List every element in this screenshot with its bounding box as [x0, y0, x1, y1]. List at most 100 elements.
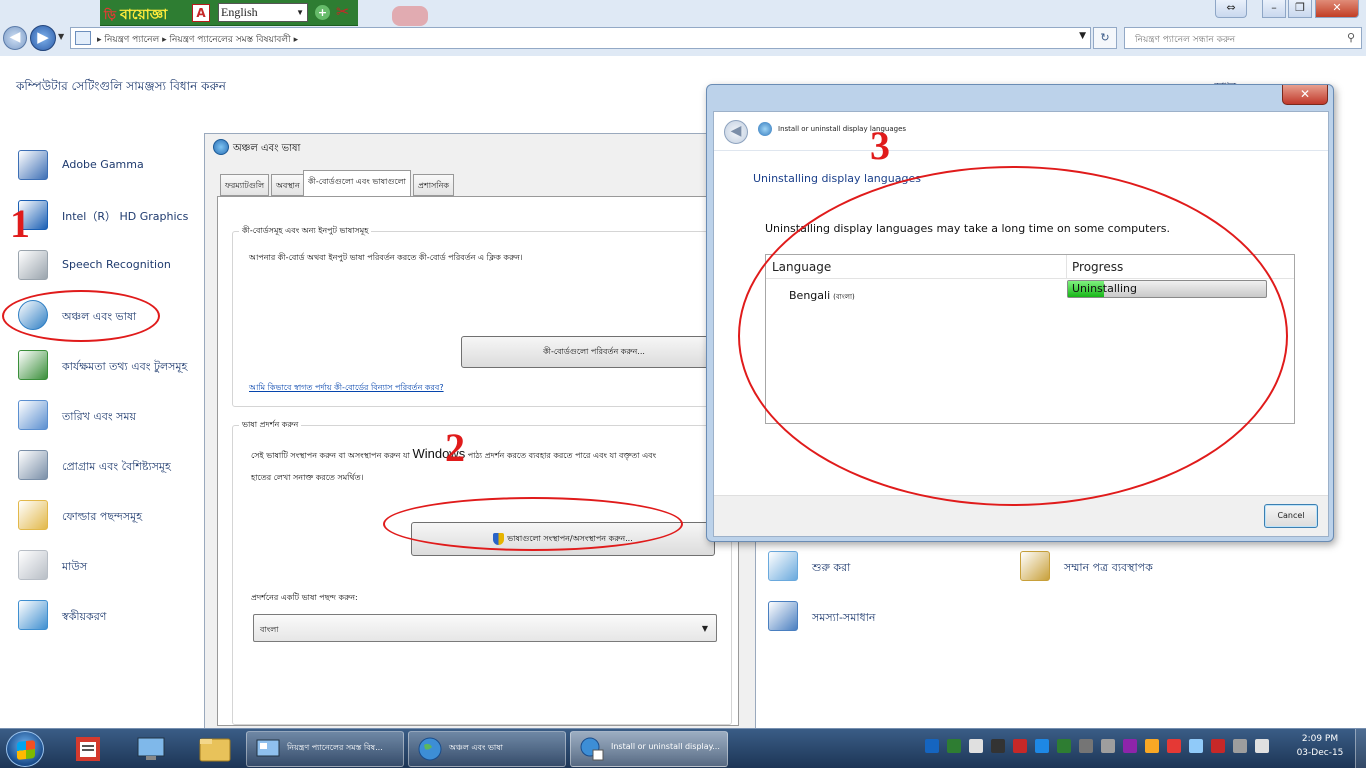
- control-panel-item[interactable]: সমস্যা-সমাধান: [768, 601, 968, 637]
- tray-icon[interactable]: [1145, 739, 1159, 753]
- forward-button[interactable]: ▶: [30, 25, 56, 51]
- control-panel-item[interactable]: কার্যক্ষমতা তথ্য এবং টুলসমূহ: [18, 350, 218, 386]
- breadcrumb[interactable]: ▸ নিয়ন্ত্রণ প্যানেল ▸ নিয়ন্ত্রণ প্যানে…: [97, 32, 298, 47]
- tray-icon[interactable]: [1013, 739, 1027, 753]
- credential-manager-icon: [1020, 551, 1050, 581]
- search-input[interactable]: নিয়ন্ত্রণ প্যানেল সন্ধান করুন ⚲: [1124, 27, 1362, 49]
- task-install-languages[interactable]: Install or uninstall display...: [570, 731, 728, 767]
- tray-icon[interactable]: [1233, 739, 1247, 753]
- minimize-button[interactable]: –: [1262, 0, 1286, 18]
- history-dropdown-icon[interactable]: ▼: [58, 32, 64, 41]
- control-panel-item-label: শুরু করা: [812, 561, 851, 574]
- address-dropdown-icon[interactable]: ▼: [1079, 31, 1086, 41]
- control-panel-item[interactable]: Adobe Gamma: [18, 150, 218, 186]
- display-language-description-line2: হাতের লেখা সনাক্ত করতে সমর্থিত।: [251, 473, 364, 482]
- keyboard-layout-help-link[interactable]: আমি কিভাবে স্বাগত পর্দায় কী-বোর্ডের বিন…: [249, 382, 444, 395]
- control-panel-icon: [75, 31, 91, 45]
- tray-icon[interactable]: [1255, 739, 1269, 753]
- control-panel-item[interactable]: শুরু করা: [768, 551, 968, 587]
- tray-icon[interactable]: [1035, 739, 1049, 753]
- task-control-panel[interactable]: নিয়ন্ত্রণ প্যানেলের সমস্ত বিষ...: [246, 731, 404, 767]
- back-button[interactable]: ◀: [724, 120, 748, 144]
- chevron-down-icon: ▼: [296, 8, 304, 17]
- language-select[interactable]: English ▼: [218, 3, 308, 22]
- cancel-button[interactable]: Cancel: [1264, 504, 1318, 528]
- tab-location[interactable]: অবস্থান: [271, 174, 305, 196]
- personalization-icon: [18, 600, 48, 630]
- tab-formats[interactable]: ফরম্যাটগুলি: [220, 174, 270, 196]
- tray-icon[interactable]: [1189, 739, 1203, 753]
- newspaper-icon: [76, 737, 100, 761]
- control-panel-item-label: Adobe Gamma: [62, 158, 144, 171]
- tray-icon[interactable]: [925, 739, 939, 753]
- tray-icon[interactable]: [991, 739, 1005, 753]
- control-panel-item[interactable]: মাউস: [18, 550, 218, 586]
- annotation-ellipse-3: [738, 166, 1288, 506]
- tab-panel: কী-বোর্ডসমূহ এবং অন্য ইনপুট ভাষাসমূহ আপন…: [217, 196, 739, 726]
- search-icon[interactable]: ⚲: [1347, 31, 1355, 44]
- globe-icon: [213, 139, 229, 155]
- display-language-select[interactable]: বাংলা ▼: [253, 614, 717, 642]
- back-button[interactable]: ◀: [3, 26, 27, 50]
- pinned-app-network[interactable]: [130, 733, 172, 765]
- pinned-app-explorer[interactable]: [194, 733, 236, 765]
- monitor-gamma-icon: [18, 150, 48, 180]
- bangla-toolbar: ড়ি বায়োজ্ঞা A English ▼ + ✂: [100, 0, 358, 26]
- header-divider: [714, 150, 1328, 151]
- annotation-ellipse-1: [2, 290, 160, 342]
- tools-icon[interactable]: ✂: [336, 2, 349, 21]
- pdf-icon[interactable]: A: [192, 4, 210, 22]
- search-placeholder: নিয়ন্ত্রণ প্যানেল সন্ধান করুন: [1135, 35, 1236, 45]
- control-panel-item[interactable]: তারিখ এবং সময়: [18, 400, 218, 436]
- task-region-language[interactable]: অঞ্চল এবং ভাষা: [408, 731, 566, 767]
- control-panel-item-label: কার্যক্ষমতা তথ্য এবং টুলসমূহ: [62, 360, 188, 373]
- control-panel-item[interactable]: স্বকীয়করণ: [18, 600, 218, 636]
- tray-icon[interactable]: [1123, 739, 1137, 753]
- control-panel-item-label: ফোল্ডার পছন্দসমূহ: [62, 510, 142, 523]
- tray-icon[interactable]: [1211, 739, 1225, 753]
- start-button[interactable]: [6, 731, 44, 767]
- control-panel-item-label: তারিখ এবং সময়: [62, 410, 136, 423]
- add-icon[interactable]: +: [314, 4, 331, 21]
- control-panel-item[interactable]: Intel（R） HD Graphics: [18, 200, 218, 236]
- clock[interactable]: 2:09 PM 03-Dec-15: [1290, 734, 1350, 758]
- tab-administrative[interactable]: প্রশাসনিক: [413, 174, 454, 196]
- tray-icon[interactable]: [1057, 739, 1071, 753]
- getting-started-icon: [768, 551, 798, 581]
- task-label: নিয়ন্ত্রণ প্যানেলের সমস্ত বিষ...: [287, 743, 383, 752]
- address-bar[interactable]: ▸ নিয়ন্ত্রণ প্যানেল ▸ নিয়ন্ত্রণ প্যানে…: [70, 27, 1091, 49]
- control-panel-item-label: সম্মান পত্র ব্যবস্থাপক: [1064, 561, 1153, 574]
- background-app-icon: [392, 6, 428, 26]
- annotation-number-2: 2: [445, 425, 465, 470]
- keyboards-group-title: কী-বোর্ডসমূহ এবং অন্য ইনপুট ভাষাসমূহ: [239, 225, 372, 238]
- keyboards-description: আপনার কী-বোর্ড অথবা ইনপুট ভাষা পরিবর্তন …: [249, 253, 523, 262]
- mouse-icon: [18, 550, 48, 580]
- toolbar-brand[interactable]: ড়ি বায়োজ্ঞা: [104, 3, 167, 27]
- maximize-button[interactable]: ❐: [1288, 0, 1312, 18]
- control-panel-item[interactable]: Speech Recognition: [18, 250, 218, 286]
- tray-icon[interactable]: [1079, 739, 1093, 753]
- keyboards-group: কী-বোর্ডসমূহ এবং অন্য ইনপুট ভাষাসমূহ আপন…: [232, 225, 732, 407]
- display-language-value: বাংলা: [260, 625, 279, 634]
- troubleshooting-icon: [768, 601, 798, 631]
- control-panel-item[interactable]: সম্মান পত্র ব্যবস্থাপক: [1020, 551, 1220, 587]
- expand-button[interactable]: ⇔: [1215, 0, 1247, 18]
- dialog-close-button[interactable]: ✕: [1282, 85, 1328, 105]
- tray-icon[interactable]: [1167, 739, 1181, 753]
- control-panel-item-label: মাউস: [62, 560, 88, 573]
- annotation-number-3: 3: [870, 123, 890, 168]
- control-panel-item[interactable]: ফোল্ডার পছন্দসমূহ: [18, 500, 218, 536]
- display-text-part1: সেই ভাষাটি সংস্থাপন করুন বা অসংস্থাপন কর…: [251, 451, 410, 460]
- change-keyboards-button[interactable]: কী-বোর্ডগুলো পরিবর্তন করুন...: [461, 336, 727, 368]
- tab-keyboards-languages[interactable]: কী-বোর্ডগুলো এবং ভাষাগুলো: [303, 170, 411, 197]
- tray-icon[interactable]: [1101, 739, 1115, 753]
- control-panel-item[interactable]: প্রোগ্রাম এবং বৈশিষ্ট্যসমূহ: [18, 450, 218, 486]
- tray-icon[interactable]: [947, 739, 961, 753]
- chevron-down-icon: ▼: [701, 624, 708, 633]
- show-desktop-button[interactable]: [1355, 729, 1366, 768]
- pinned-app-news[interactable]: [68, 733, 110, 765]
- folder-options-icon: [18, 500, 48, 530]
- close-button[interactable]: ✕: [1315, 0, 1359, 18]
- refresh-button[interactable]: ↻: [1093, 27, 1117, 49]
- tray-icon[interactable]: [969, 739, 983, 753]
